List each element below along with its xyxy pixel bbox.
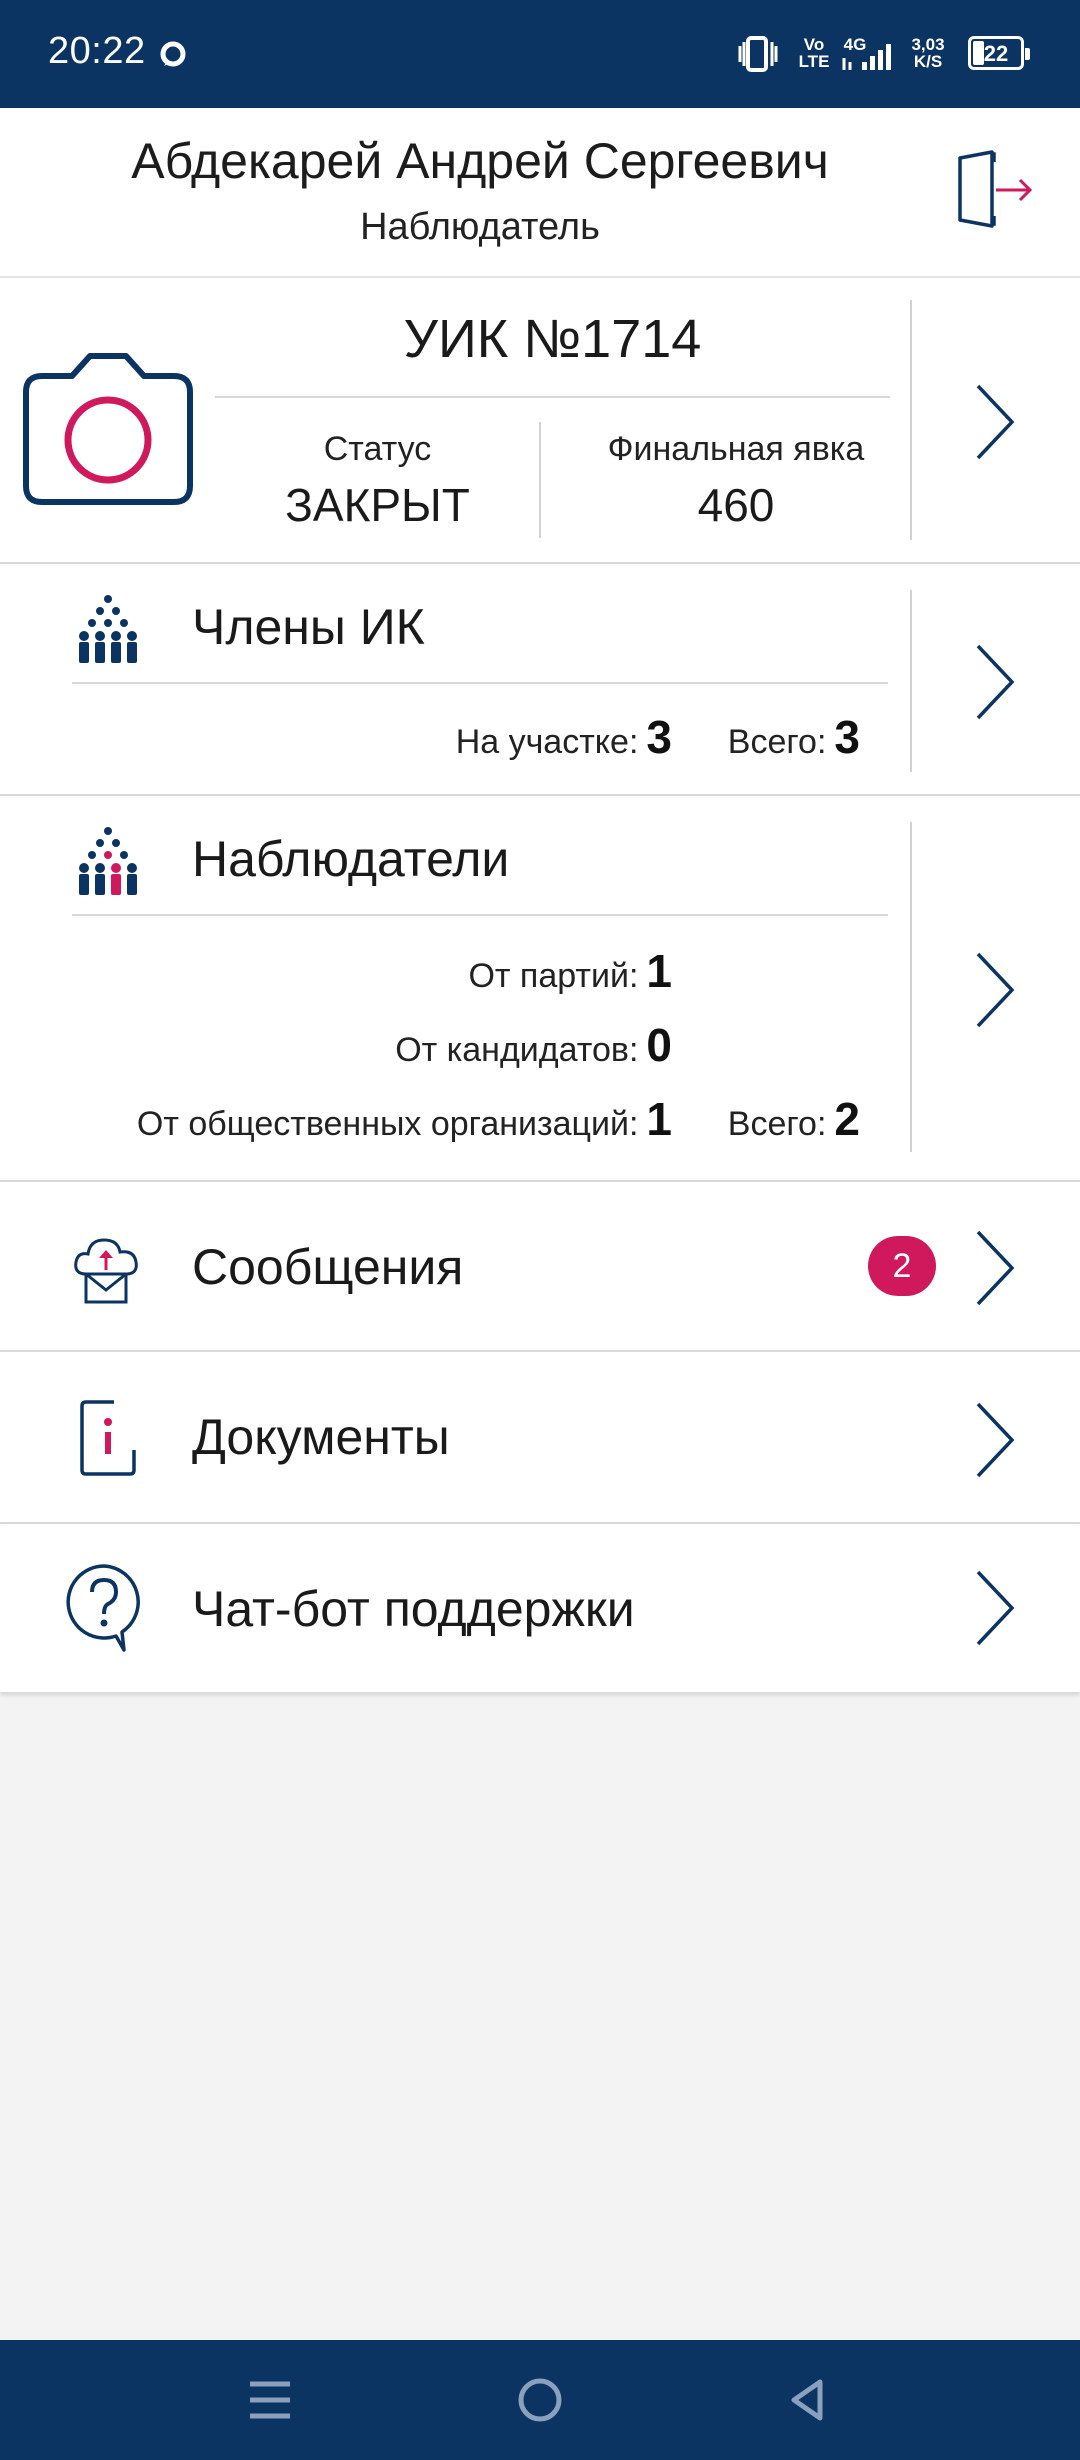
chevron-right-icon[interactable] — [974, 1400, 1018, 1480]
chevron-separator — [910, 822, 912, 1152]
uik-card[interactable]: УИК №1714 Статус ЗАКРЫТ Финальная явка 4… — [0, 278, 1080, 562]
user-name: Абдекарей Андрей Сергеевич — [131, 133, 829, 189]
observers-parties: От партий: 1 — [468, 945, 672, 997]
chevron-right-icon[interactable] — [974, 642, 1018, 722]
system-nav-bar — [0, 2340, 1080, 2460]
document-info-icon — [80, 1400, 136, 1476]
members-title: Члены ИК — [192, 599, 425, 655]
turnout-label: Финальная явка — [607, 430, 865, 468]
uik-title: УИК №1714 — [403, 309, 702, 369]
logout-door-icon[interactable] — [952, 150, 1032, 230]
camera-icon[interactable] — [22, 352, 194, 506]
observers-title: Наблюдатели — [192, 831, 510, 887]
observers-candidates: От кандидатов: 0 — [395, 1019, 672, 1071]
chatbot-title: Чат-бот поддержки — [192, 1581, 635, 1637]
messages-title: Сообщения — [192, 1239, 464, 1295]
chatbot-row[interactable]: Чат-бот поддержки — [0, 1524, 1080, 1692]
network-speed: 3,03 K/S — [911, 35, 945, 71]
uik-divider — [215, 396, 890, 398]
people-group-highlight-icon — [79, 827, 137, 895]
messages-unread-badge: 2 — [868, 1236, 936, 1296]
chevron-right-icon[interactable] — [974, 1568, 1018, 1648]
turnout-value: 460 — [697, 479, 775, 531]
battery-level: 22 — [983, 41, 1009, 66]
status-bar: 20:22 Vo LTE 4G 3,03 K/S 22 — [0, 0, 1080, 108]
status-label: Статус — [323, 430, 432, 468]
chevron-right-icon[interactable] — [974, 1228, 1018, 1308]
back-icon[interactable] — [748, 2340, 868, 2460]
chat-notification-icon — [160, 41, 186, 67]
signal-icon — [842, 44, 891, 70]
messages-row[interactable]: Сообщения 2 — [0, 1182, 1080, 1350]
observers-total: Всего: 2 — [727, 1093, 860, 1145]
volte-indicator: Vo LTE — [798, 35, 830, 71]
status-time: 20:22 — [48, 30, 146, 72]
chevron-separator — [910, 300, 912, 540]
menu-icon[interactable] — [210, 2340, 330, 2460]
user-role: Наблюдатель — [360, 206, 600, 248]
cloud-mail-icon — [74, 1238, 138, 1304]
documents-row[interactable]: Документы — [0, 1352, 1080, 1522]
home-icon[interactable] — [480, 2340, 600, 2460]
chevron-right-icon[interactable] — [974, 382, 1018, 462]
chevron-separator — [910, 590, 912, 772]
documents-title: Документы — [192, 1409, 450, 1465]
members-total: Всего: 3 — [727, 711, 860, 763]
battery-icon: 22 — [968, 36, 1030, 70]
observers-divider — [72, 914, 888, 916]
observers-card[interactable]: Наблюдатели От партий: 1 От кандидатов: 0 … — [0, 796, 1080, 1180]
members-divider — [72, 682, 888, 684]
user-header: Абдекарей Андрей Сергеевич Наблюдатель — [0, 108, 1080, 278]
members-card[interactable]: Члены ИК На участке: 3 Всего: 3 — [0, 564, 1080, 794]
observers-orgs: От общественных организаций: 1 — [136, 1093, 672, 1145]
question-bubble-icon — [66, 1564, 140, 1652]
status-value: ЗАКРЫТ — [285, 479, 470, 531]
members-on-site: На участке: 3 — [455, 711, 672, 763]
vibrate-icon — [738, 36, 778, 72]
chevron-right-icon[interactable] — [974, 950, 1018, 1030]
people-group-icon — [79, 595, 137, 663]
uik-column-separator — [539, 422, 541, 538]
